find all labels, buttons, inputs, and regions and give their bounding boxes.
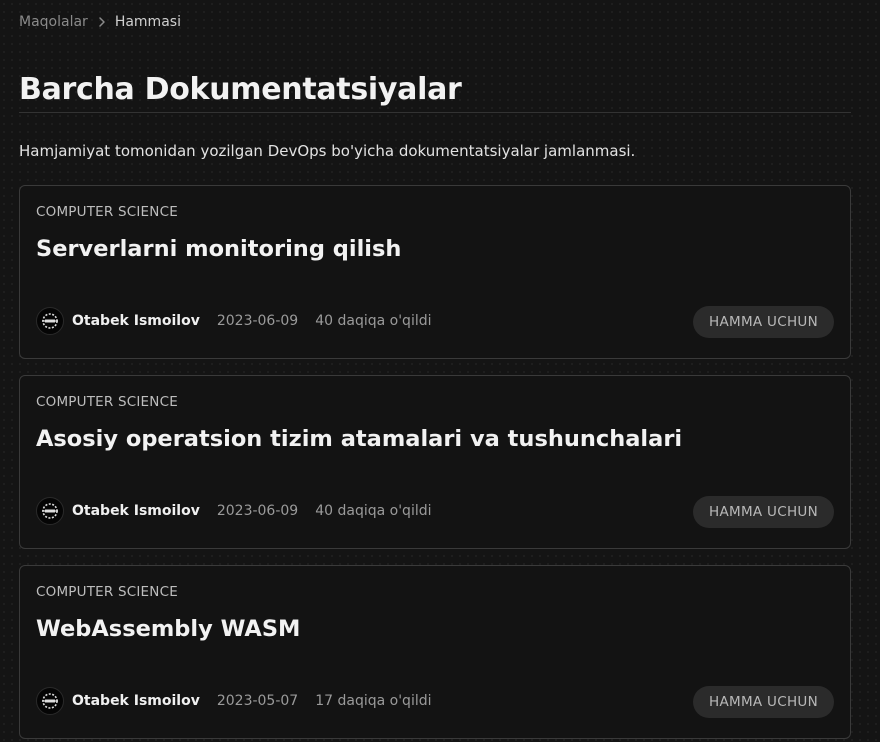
page-description: Hamjamiyat tomonidan yozilgan DevOps bo'… <box>19 142 636 160</box>
avatar[interactable] <box>36 307 64 335</box>
access-badge: HAMMA UCHUN <box>693 306 834 338</box>
article-meta: Otabek Ismoilov 2023-05-07 17 daqiqa o'q… <box>36 687 432 715</box>
author-name[interactable]: Otabek Ismoilov <box>72 693 200 709</box>
breadcrumb-current: Hammasi <box>114 14 181 30</box>
page-title: Barcha Dokumentatsiyalar <box>19 72 462 107</box>
breadcrumb: Maqolalar Hammasi <box>19 13 181 31</box>
breadcrumb-link-maqolalar[interactable]: Maqolalar <box>19 13 88 31</box>
article-category[interactable]: COMPUTER SCIENCE <box>36 583 178 601</box>
title-divider <box>19 112 851 113</box>
article-title[interactable]: Asosiy operatsion tizim atamalari va tus… <box>36 424 682 454</box>
author-name[interactable]: Otabek Ismoilov <box>72 313 200 329</box>
read-time: 40 daqiqa o'qildi <box>315 503 432 519</box>
avatar[interactable] <box>36 687 64 715</box>
article-category[interactable]: COMPUTER SCIENCE <box>36 393 178 411</box>
article-meta: Otabek Ismoilov 2023-06-09 40 daqiqa o'q… <box>36 307 432 335</box>
access-badge: HAMMA UCHUN <box>693 496 834 528</box>
article-title[interactable]: Serverlarni monitoring qilish <box>36 234 401 264</box>
article-card[interactable]: COMPUTER SCIENCE Serverlarni monitoring … <box>19 185 851 359</box>
article-card[interactable]: COMPUTER SCIENCE WebAssembly WASM Otabek… <box>19 565 851 739</box>
author-logo-icon <box>42 313 58 329</box>
author-logo-icon <box>42 503 58 519</box>
publish-date: 2023-06-09 <box>216 503 299 519</box>
author-logo-icon <box>42 693 58 709</box>
access-badge: HAMMA UCHUN <box>693 686 834 718</box>
article-title[interactable]: WebAssembly WASM <box>36 614 300 644</box>
article-category[interactable]: COMPUTER SCIENCE <box>36 203 178 221</box>
read-time: 40 daqiqa o'qildi <box>315 313 432 329</box>
author-name[interactable]: Otabek Ismoilov <box>72 503 200 519</box>
avatar[interactable] <box>36 497 64 525</box>
read-time: 17 daqiqa o'qildi <box>315 693 432 709</box>
docs-page: Maqolalar Hammasi Barcha Dokumentatsiyal… <box>0 0 880 742</box>
chevron-right-icon <box>94 13 110 31</box>
publish-date: 2023-05-07 <box>216 693 299 709</box>
publish-date: 2023-06-09 <box>216 313 299 329</box>
article-card[interactable]: COMPUTER SCIENCE Asosiy operatsion tizim… <box>19 375 851 549</box>
article-meta: Otabek Ismoilov 2023-06-09 40 daqiqa o'q… <box>36 497 432 525</box>
